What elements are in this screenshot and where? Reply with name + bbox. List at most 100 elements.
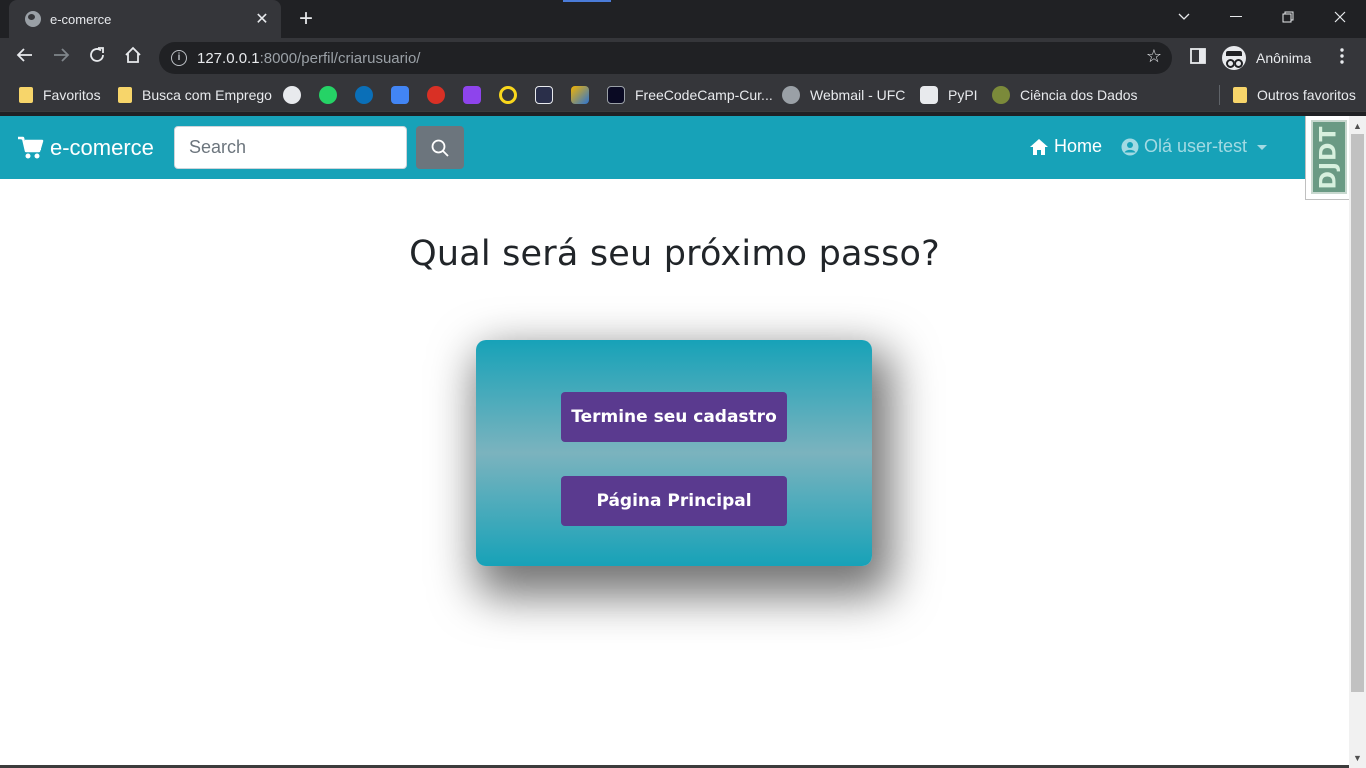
bookmark-label: Webmail - UFC	[810, 87, 906, 103]
bookmark-label: Favoritos	[43, 87, 101, 103]
vertical-scrollbar[interactable]: ▲ ▼	[1349, 116, 1366, 768]
reload-button[interactable]	[85, 46, 109, 70]
bookmark-label: Busca com Emprego	[142, 87, 272, 103]
bookmark-item[interactable]	[391, 85, 419, 105]
udemy-icon	[463, 86, 481, 104]
window-drag-indicator	[563, 0, 611, 2]
bookmark-label: PyPI	[948, 87, 978, 103]
browser-menu-button[interactable]	[1330, 46, 1354, 70]
minimize-button[interactable]	[1210, 0, 1262, 34]
pypi-icon	[920, 86, 938, 104]
bookmark-label: Ciência dos Dados	[1020, 87, 1138, 103]
github-icon	[283, 86, 301, 104]
tab-strip: e-comerce ✕ +	[0, 0, 1366, 38]
folder-icon	[1233, 87, 1247, 103]
bookmark-separator	[1219, 85, 1220, 105]
tab-title: e-comerce	[50, 11, 112, 27]
bookmark-label: Outros favoritos	[1257, 87, 1356, 103]
bookmark-item[interactable]	[319, 85, 347, 105]
side-panel-icon	[1190, 48, 1206, 64]
search-button[interactable]	[416, 126, 464, 169]
scroll-up-arrow-icon[interactable]: ▲	[1349, 118, 1366, 134]
calendar-icon	[391, 86, 409, 104]
tab-search-button[interactable]	[1158, 0, 1210, 34]
bookmark-item[interactable]	[571, 85, 599, 105]
globe-icon	[782, 86, 800, 104]
bookmark-item[interactable]	[463, 85, 491, 105]
address-bar[interactable]: i 127.0.0.1:8000/perfil/criarusuario/ ☆	[159, 42, 1172, 74]
site-navbar: e-comerce Home Olá user-test	[0, 116, 1349, 200]
restore-button[interactable]	[1262, 0, 1314, 34]
brand-name: e-comerce	[50, 135, 154, 160]
page-viewport: e-comerce Home Olá user-test	[0, 116, 1349, 768]
next-step-card: Termine seu cadastro Página Principal	[476, 340, 872, 566]
profile-name: Anônima	[1256, 50, 1312, 66]
debug-toolbar-label: DJDT	[1316, 125, 1342, 189]
folder-icon	[19, 87, 33, 103]
puzzle-icon	[571, 86, 589, 104]
kebab-menu-icon	[1340, 48, 1344, 64]
back-button[interactable]	[13, 46, 37, 70]
close-window-button[interactable]	[1314, 0, 1366, 34]
m-icon	[535, 86, 553, 104]
bookmark-item[interactable]	[499, 85, 527, 105]
search-icon	[431, 139, 449, 157]
debug-toolbar-badge: DJDT	[1311, 120, 1347, 194]
forward-button[interactable]	[49, 46, 73, 70]
ring-icon	[499, 86, 517, 104]
gmail-icon	[427, 86, 445, 104]
home-button[interactable]	[121, 46, 145, 70]
bookmark-item[interactable]	[355, 85, 383, 105]
freecodecamp-icon	[607, 86, 625, 104]
other-bookmarks[interactable]: Outros favoritos	[1233, 85, 1356, 105]
brand-link[interactable]: e-comerce	[18, 132, 154, 164]
url-host: 127.0.0.1	[197, 49, 260, 67]
browser-toolbar: i 127.0.0.1:8000/perfil/criarusuario/ ☆ …	[0, 38, 1366, 78]
bookmark-item[interactable]: Busca com Emprego	[118, 85, 272, 105]
bookmark-item[interactable]	[427, 85, 455, 105]
side-panel-button[interactable]	[1186, 46, 1210, 70]
reload-icon	[90, 47, 104, 62]
nav-home-link[interactable]: Home	[1029, 136, 1102, 157]
search-input[interactable]	[174, 126, 407, 169]
shopping-cart-icon	[18, 136, 44, 159]
folder-icon	[118, 87, 132, 103]
bookmark-item[interactable]: PyPI	[920, 85, 978, 105]
page-title: Qual será seu próximo passo?	[409, 234, 940, 274]
back-arrow-icon	[16, 48, 32, 62]
url-path: :8000/perfil/criarusuario/	[259, 49, 421, 67]
site-info-icon[interactable]: i	[171, 50, 187, 66]
bookmark-star-icon[interactable]: ☆	[1146, 46, 1162, 67]
complete-registration-button[interactable]: Termine seu cadastro	[561, 392, 787, 442]
bookmark-item[interactable]	[535, 85, 563, 105]
incognito-icon	[1222, 46, 1246, 70]
debug-toolbar-handle[interactable]: DJDT	[1305, 116, 1349, 200]
chevron-down-icon	[1178, 13, 1190, 20]
scrollbar-thumb[interactable]	[1351, 134, 1364, 692]
bookmark-item[interactable]: Favoritos	[19, 85, 101, 105]
bookmarks-bar: Favoritos Busca com Emprego FreeCodeCamp…	[0, 78, 1366, 112]
bookmark-item[interactable]: Ciência dos Dados	[992, 85, 1138, 105]
caret-down-icon	[1257, 145, 1268, 150]
nav-home-label: Home	[1054, 136, 1103, 156]
brain-icon	[992, 86, 1010, 104]
globe-icon	[25, 11, 41, 27]
scroll-down-arrow-icon[interactable]: ▼	[1349, 750, 1366, 766]
home-icon	[125, 46, 141, 63]
forward-arrow-icon	[54, 48, 70, 62]
home-page-button[interactable]: Página Principal	[561, 476, 787, 526]
nav-user-dropdown[interactable]: Olá user-test	[1121, 136, 1268, 157]
profile-button[interactable]: Anônima	[1220, 42, 1322, 74]
close-tab-icon[interactable]: ✕	[253, 9, 271, 29]
new-tab-button[interactable]: +	[293, 6, 319, 32]
bookmark-label: FreeCodeCamp-Cur...	[635, 87, 773, 103]
bookmark-item[interactable]: FreeCodeCamp-Cur...	[607, 85, 773, 105]
minimize-icon	[1230, 16, 1242, 17]
whatsapp-icon	[319, 86, 337, 104]
bookmark-item[interactable]: Webmail - UFC	[782, 85, 905, 105]
bookmark-item[interactable]	[283, 85, 311, 105]
restore-icon	[1282, 11, 1294, 23]
browser-tab[interactable]: e-comerce ✕	[9, 0, 281, 38]
nav-user-label: Olá user-test	[1144, 136, 1248, 156]
user-circle-icon	[1121, 138, 1139, 155]
